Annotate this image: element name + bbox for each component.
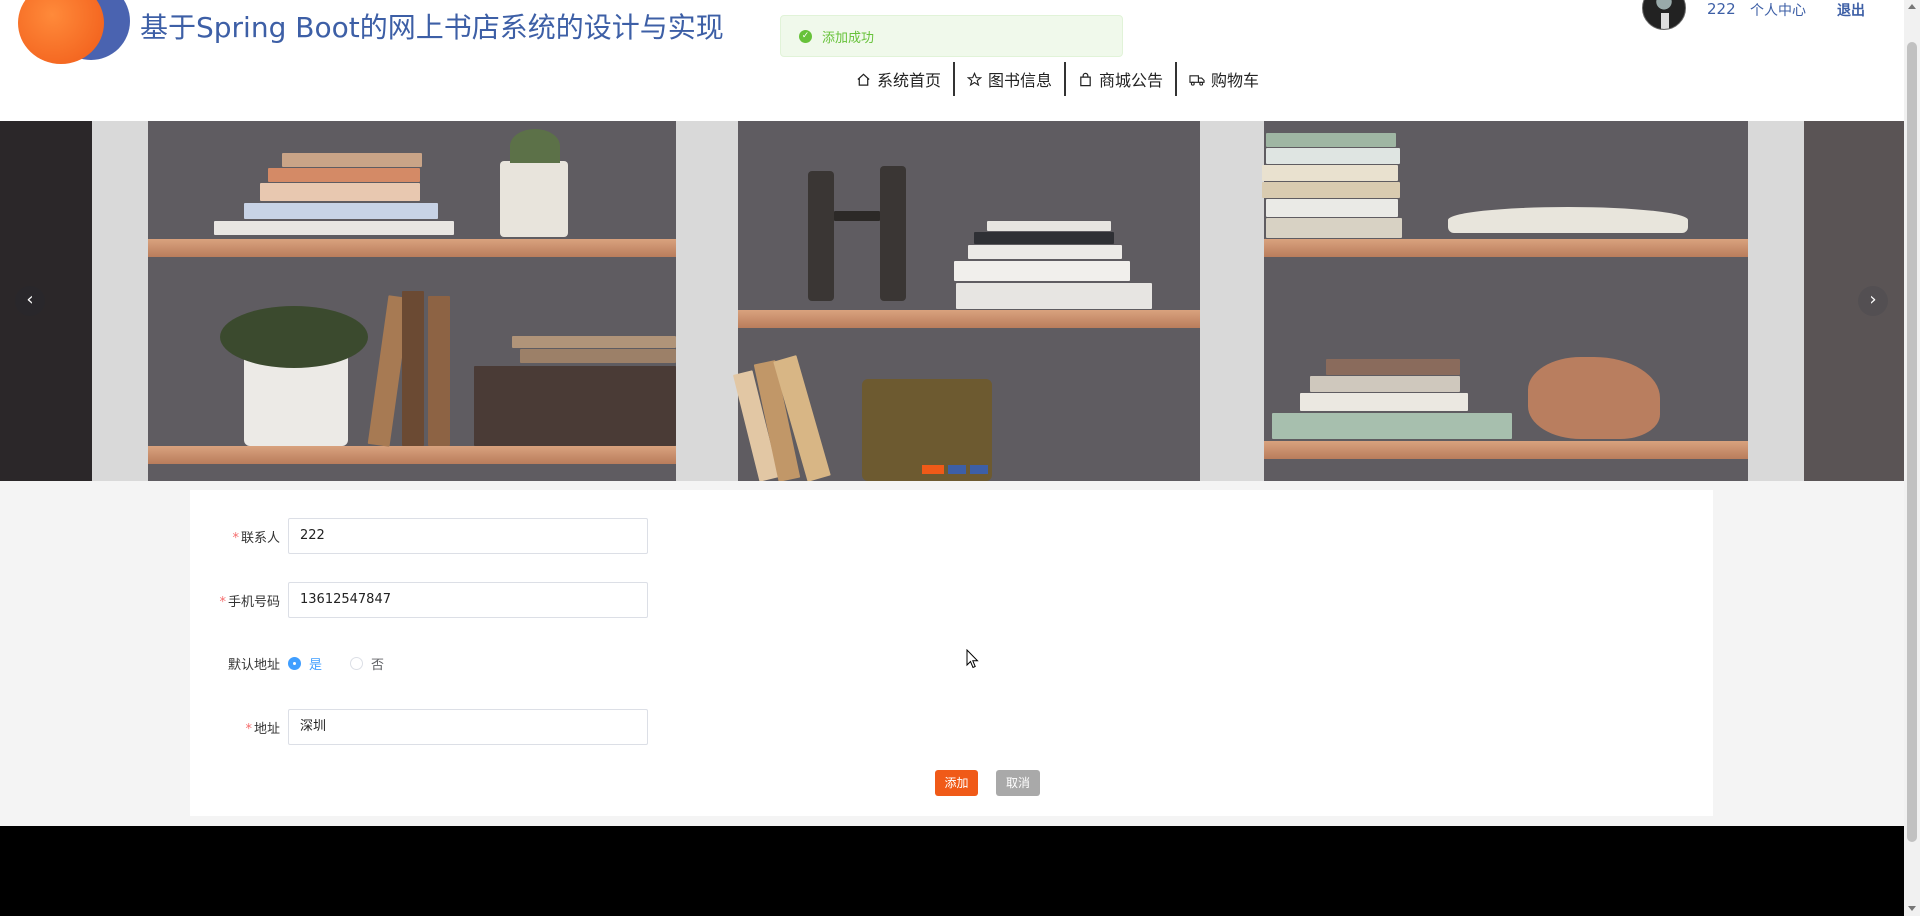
address-label: * 地址: [245, 721, 280, 737]
scroll-up-icon[interactable]: [1908, 4, 1916, 9]
carousel-indicator[interactable]: [922, 465, 944, 474]
radio-unchecked-icon: [350, 656, 364, 670]
footer: [0, 826, 1904, 916]
contact-input[interactable]: 222: [288, 518, 648, 554]
home-icon: [857, 73, 870, 86]
phone-input[interactable]: 13612547847: [288, 582, 648, 618]
radio-no[interactable]: 否: [350, 654, 384, 673]
logout-link[interactable]: 退出: [1837, 0, 1865, 20]
carousel-indicator[interactable]: [948, 465, 966, 474]
carousel-indicator[interactable]: [970, 465, 988, 474]
check-circle-icon: ✓: [799, 29, 812, 43]
nav-item-label: 系统首页: [877, 71, 942, 90]
phone-row: * 手机号码 13612547847: [190, 582, 890, 618]
mouse-cursor-icon: [966, 649, 979, 669]
header: 基于Spring Boot的网上书店系统的设计与实现 ✓ 添加成功 222 个人…: [0, 0, 1904, 121]
carousel-indicators: [922, 465, 988, 474]
carousel-prev-button[interactable]: ‹: [15, 286, 45, 316]
nav-item-notices[interactable]: 商城公告: [1066, 62, 1178, 96]
nav-item-cart[interactable]: 购物车: [1177, 62, 1271, 96]
nav-item-label: 购物车: [1211, 71, 1260, 90]
phone-label: * 手机号码: [219, 594, 280, 610]
default-address-label: 默认地址: [227, 657, 280, 673]
nav-item-home[interactable]: 系统首页: [844, 62, 956, 96]
scroll-down-icon[interactable]: [1908, 906, 1916, 911]
site-logo: [18, 0, 130, 64]
address-form: * 联系人 222 * 手机号码 13612547847 默认地址 是 否 * 地址 …: [190, 490, 1713, 816]
default-address-row: 默认地址 是 否: [190, 645, 890, 681]
carousel-next-button[interactable]: ›: [1858, 286, 1888, 316]
user-name: 222: [1707, 0, 1736, 18]
banner-carousel[interactable]: ‹ ›: [0, 121, 1904, 481]
main-nav: 系统首页 图书信息 商城公告 购物车: [844, 62, 1271, 96]
add-button[interactable]: 添加: [935, 770, 978, 796]
site-title: 基于Spring Boot的网上书店系统的设计与实现: [140, 11, 724, 44]
toast-message: 添加成功: [822, 30, 875, 46]
scrollbar-thumb[interactable]: [1907, 42, 1917, 842]
cancel-button[interactable]: 取消: [996, 770, 1040, 796]
avatar[interactable]: [1642, 0, 1686, 30]
address-row: * 地址 深圳: [190, 709, 890, 745]
contact-label: * 联系人: [232, 530, 280, 546]
star-icon: [967, 71, 983, 86]
contact-row: * 联系人 222: [190, 518, 890, 554]
shopping-bag-icon: [1080, 72, 1091, 86]
success-toast: ✓ 添加成功: [780, 15, 1123, 57]
address-input[interactable]: 深圳: [288, 709, 648, 745]
radio-yes[interactable]: 是: [288, 654, 322, 673]
radio-checked-icon: [288, 656, 301, 670]
user-center-link[interactable]: 个人中心: [1750, 0, 1806, 20]
default-address-radio-group: 是 否: [288, 654, 412, 673]
truck-icon: [1189, 74, 1205, 86]
nav-item-books[interactable]: 图书信息: [955, 62, 1067, 96]
nav-item-label: 商城公告: [1099, 71, 1164, 90]
nav-item-label: 图书信息: [988, 71, 1053, 90]
